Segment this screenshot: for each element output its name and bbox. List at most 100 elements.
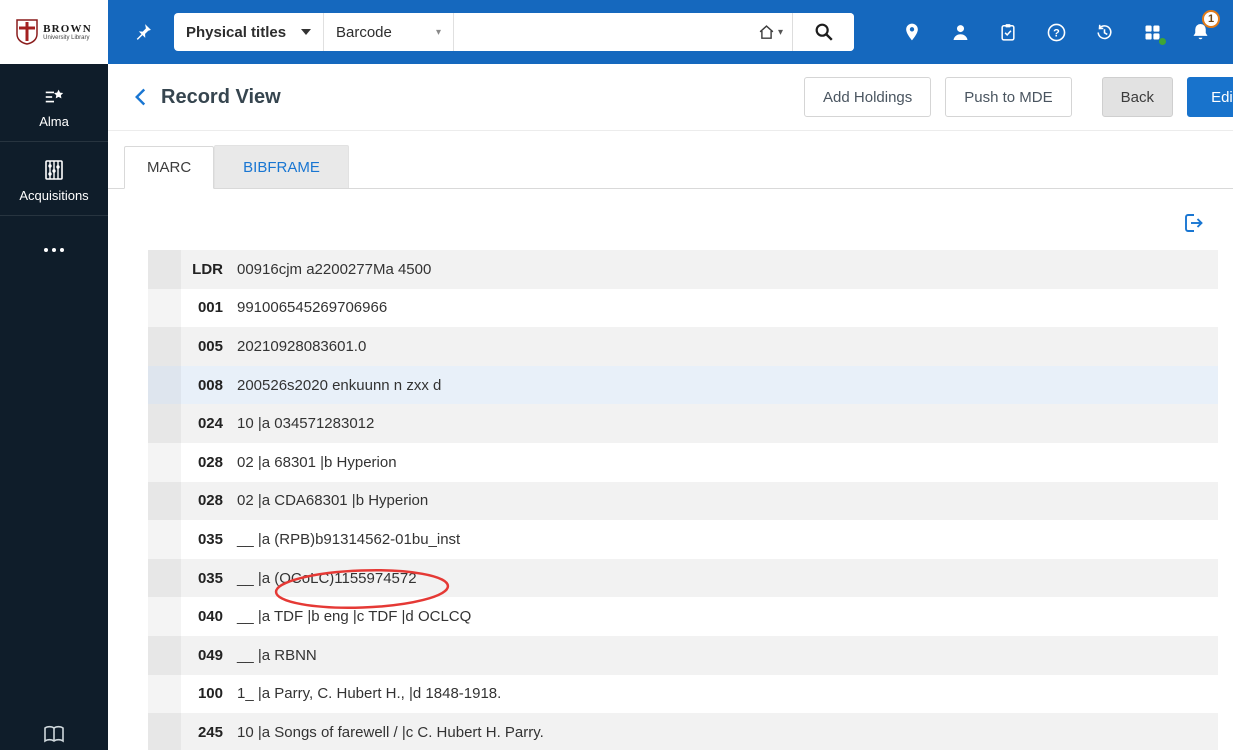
export-record-button[interactable]: [1181, 211, 1205, 235]
main-content: Record View Add Holdings Push to MDE Bac…: [108, 64, 1233, 750]
push-to-mde-button[interactable]: Push to MDE: [945, 77, 1072, 117]
marc-field-content: __ |a (RPB)b91314562-01bu_inst: [237, 530, 461, 548]
marc-field-content: 02 |a 68301 |b Hyperion: [237, 453, 397, 471]
back-button[interactable]: Back: [1101, 77, 1173, 117]
location-icon: [906, 23, 918, 41]
user-icon: [953, 24, 967, 40]
export-icon: [1185, 214, 1203, 232]
location-button[interactable]: [901, 21, 923, 43]
marc-tag: 028: [197, 453, 223, 471]
chevron-down-icon: [301, 29, 311, 35]
search-index-dropdown[interactable]: Barcode ▾: [324, 13, 454, 51]
sidebar-bottom[interactable]: [0, 722, 108, 746]
row-lead-cell: [148, 520, 181, 559]
recent-history-button[interactable]: [1093, 21, 1115, 43]
row-lead-cell: [148, 327, 181, 366]
help-icon: ?: [1047, 23, 1065, 41]
marc-row-100[interactable]: 100 1_ |a Parry, C. Hubert H., |d 1848-1…: [148, 674, 1218, 714]
svg-text:?: ?: [1053, 27, 1060, 39]
topbar-icon-cluster: ? 1: [901, 10, 1233, 46]
marc-tag: 024: [197, 415, 223, 433]
row-lead-cell: [148, 597, 181, 636]
marc-tag: 040: [197, 608, 223, 626]
marc-field-content: 20210928083601.0: [237, 337, 367, 355]
marc-tag: 005: [197, 337, 223, 355]
tab-marc[interactable]: MARC: [124, 146, 215, 189]
marc-row-ldr[interactable]: LDR 00916cjm a2200277Ma 4500: [148, 250, 1218, 289]
notification-badge: 1: [1202, 10, 1220, 28]
add-holdings-button[interactable]: Add Holdings: [804, 77, 932, 117]
marc-field-content: __ |a RBNN: [237, 646, 317, 664]
row-lead-cell: [148, 365, 181, 405]
sidebar-item-label: Acquisitions: [19, 188, 89, 203]
row-lead-cell: [148, 404, 181, 443]
history-icon: [1096, 24, 1112, 39]
tasks-button[interactable]: [997, 21, 1019, 43]
marc-row-245[interactable]: 245 10 |a Songs of farewell / |c C. Hube…: [148, 713, 1218, 750]
marc-field-content: 00916cjm a2200277Ma 4500: [237, 260, 432, 278]
back-chevron-icon[interactable]: [133, 85, 149, 109]
search-home-scope-button[interactable]: ▾: [749, 13, 792, 51]
chevron-down-icon: ▾: [435, 26, 441, 38]
marc-row-040[interactable]: 040 __ |a TDF |b eng |c TDF |d OCLCQ: [148, 597, 1218, 636]
marc-tag: 028: [197, 492, 223, 510]
marc-field-content: 02 |a CDA68301 |b Hyperion: [237, 492, 429, 510]
alma-app-screen: BROWN University Library Physical titles…: [0, 0, 1233, 750]
search-icon: [815, 23, 833, 41]
marc-row-028a[interactable]: 028 02 |a 68301 |b Hyperion: [148, 442, 1218, 482]
row-lead-cell: [148, 481, 181, 521]
row-lead-cell: [148, 288, 181, 328]
search-scope-dropdown[interactable]: Physical titles: [174, 13, 324, 51]
notifications-button[interactable]: 1: [1189, 10, 1220, 43]
persistent-search-bar: Physical titles Barcode ▾ ▾: [174, 13, 854, 51]
alma-star-list-icon: [45, 89, 64, 103]
search-button[interactable]: [792, 13, 854, 51]
search-input[interactable]: [454, 13, 749, 51]
help-button[interactable]: ?: [1045, 21, 1067, 43]
marc-tag: 035: [197, 530, 223, 548]
marc-row-001[interactable]: 001 991006545269706966: [148, 288, 1218, 328]
marc-field-content: 1_ |a Parry, C. Hubert H., |d 1848-1918.: [237, 685, 502, 703]
brown-library-logo[interactable]: BROWN University Library: [0, 0, 108, 64]
chevron-down-icon: ▾: [777, 26, 783, 38]
marc-row-008-highlighted[interactable]: 008 200526s2020 enkuunn n zxx d: [148, 365, 1218, 405]
tasks-clipboard-icon: [1001, 24, 1015, 41]
marc-field-content: __ |a TDF |b eng |c TDF |d OCLCQ: [237, 608, 472, 626]
marc-row-035b-oclc[interactable]: 035 __ |a (OCoLC)1155974572: [148, 558, 1218, 609]
topbar: Physical titles Barcode ▾ ▾ ? 1: [108, 0, 1233, 64]
search-index-label: Barcode: [336, 23, 392, 41]
sidebar-item-label: Alma: [39, 114, 69, 129]
pin-menu-icon[interactable]: [133, 21, 153, 43]
edit-button[interactable]: Edit: [1187, 77, 1233, 117]
marc-field-content: 10 |a 034571283012: [237, 415, 375, 433]
logo-line2: University Library: [43, 34, 90, 41]
logo-line1: BROWN: [43, 22, 92, 35]
marc-row-024[interactable]: 024 10 |a 034571283012: [148, 404, 1218, 443]
marc-row-028b[interactable]: 028 02 |a CDA68301 |b Hyperion: [148, 481, 1218, 521]
user-menu-button[interactable]: [949, 21, 971, 43]
online-status-dot: [1158, 37, 1167, 46]
search-scope-label: Physical titles: [186, 23, 287, 41]
marc-row-049[interactable]: 049 __ |a RBNN: [148, 635, 1218, 675]
marc-record-table: LDR 00916cjm a2200277Ma 4500 001 9910065…: [148, 250, 1218, 750]
marc-row-035a[interactable]: 035 __ |a (RPB)b91314562-01bu_inst: [148, 520, 1218, 559]
marc-tag: 245: [197, 723, 223, 741]
record-toolbar: [108, 189, 1233, 250]
row-lead-cell: [148, 250, 181, 289]
tab-bibframe[interactable]: BIBFRAME: [214, 145, 349, 188]
apps-menu-button[interactable]: [1141, 21, 1167, 46]
sidebar-item-acquisitions[interactable]: Acquisitions: [0, 142, 108, 216]
marc-field-content: 10 |a Songs of farewell / |c C. Hubert H…: [237, 723, 544, 741]
row-lead-cell: [148, 674, 181, 714]
marc-tag: 001: [197, 299, 223, 317]
brown-logo-text: BROWN University Library: [43, 23, 92, 42]
sidebar-item-more[interactable]: [0, 216, 108, 274]
more-ellipsis-icon: [44, 238, 64, 262]
sidebar: Alma Acquisitions: [0, 64, 108, 750]
row-lead-cell: [148, 442, 181, 482]
marc-row-005[interactable]: 005 20210928083601.0: [148, 327, 1218, 366]
sidebar-item-alma[interactable]: Alma: [0, 64, 108, 142]
page-title: Record View: [161, 85, 281, 108]
marc-tag: 008: [197, 376, 223, 394]
row-lead-cell: [148, 635, 181, 675]
